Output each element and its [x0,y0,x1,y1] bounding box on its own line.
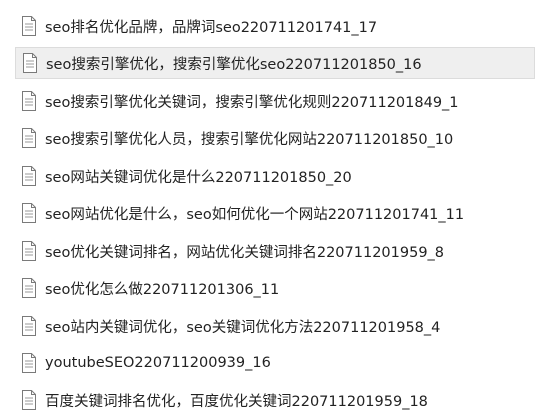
text-file-icon [22,390,36,410]
file-row[interactable]: seo优化怎么做220711201306_11 [15,272,535,304]
file-list: seo排名优化品牌，品牌词seo220711201741_17 seo搜索引擎优… [0,0,535,410]
text-file-icon [22,278,36,298]
text-file-icon [22,241,36,261]
text-file-icon [22,353,36,373]
file-name: seo搜索引擎优化人员，搜索引擎优化网站220711201850_10 [45,131,454,148]
file-row[interactable]: seo网站优化是什么，seo如何优化一个网站220711201741_11 [15,197,535,229]
file-name: seo排名优化品牌，品牌词seo220711201741_17 [45,19,378,36]
file-row[interactable]: seo网站关键词优化是什么220711201850_20 [15,160,535,192]
file-row[interactable]: 百度关键词排名优化，百度优化关键词220711201959_18 [15,384,535,416]
file-row[interactable]: seo站内关键词优化，seo关键词优化方法220711201958_4 [15,310,535,342]
file-name: seo优化关键词排名，网站优化关键词排名220711201959_8 [45,244,445,261]
file-name: seo搜索引擎优化，搜索引擎优化seo220711201850_16 [46,56,422,73]
file-name: seo搜索引擎优化关键词，搜索引擎优化规则220711201849_1 [45,94,459,111]
text-file-icon [22,128,36,148]
file-row[interactable]: seo优化关键词排名，网站优化关键词排名220711201959_8 [15,235,535,267]
text-file-icon [22,203,36,223]
file-name: seo优化怎么做220711201306_11 [45,281,280,298]
text-file-icon [22,16,36,36]
file-row-selected[interactable]: seo搜索引擎优化，搜索引擎优化seo220711201850_16 [15,47,535,79]
file-name: youtubeSEO220711200939_16 [45,355,271,371]
file-name: 百度关键词排名优化，百度优化关键词220711201959_18 [45,393,428,410]
file-row[interactable]: seo搜索引擎优化人员，搜索引擎优化网站220711201850_10 [15,122,535,154]
text-file-icon [22,166,36,186]
file-row[interactable]: seo搜索引擎优化关键词，搜索引擎优化规则220711201849_1 [15,85,535,117]
file-row[interactable]: youtubeSEO220711200939_16 [15,347,535,379]
text-file-icon [22,316,36,336]
file-name: seo网站优化是什么，seo如何优化一个网站220711201741_11 [45,206,465,223]
text-file-icon [23,53,37,73]
file-row[interactable]: seo排名优化品牌，品牌词seo220711201741_17 [15,10,535,42]
file-name: seo网站关键词优化是什么220711201850_20 [45,169,352,186]
file-name: seo站内关键词优化，seo关键词优化方法220711201958_4 [45,319,441,336]
text-file-icon [22,91,36,111]
